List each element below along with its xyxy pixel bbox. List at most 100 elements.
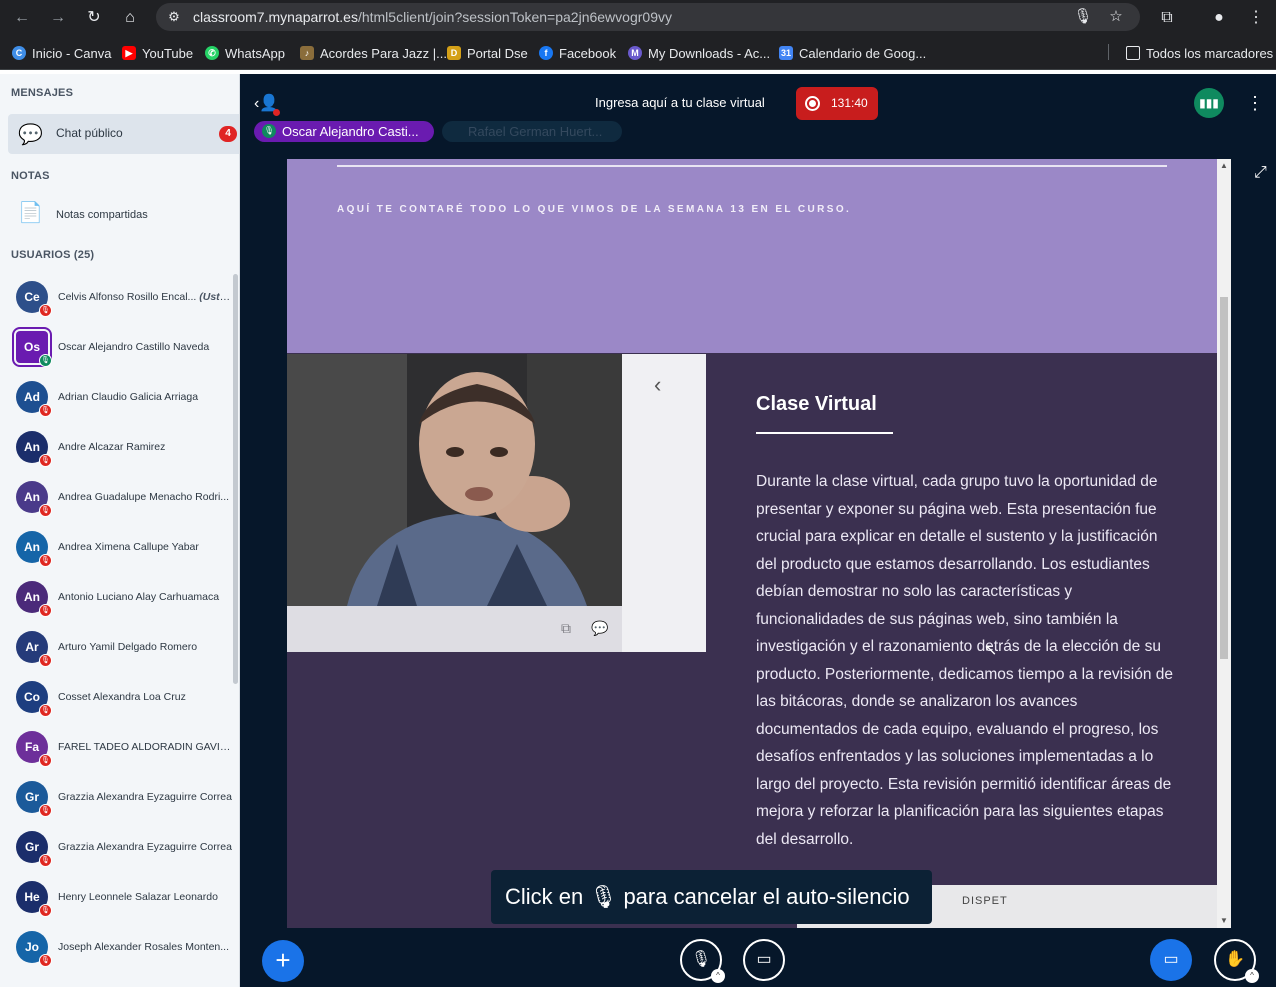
address-bar[interactable]: ⚙ classroom7.mynaparrot.es/html5client/j… xyxy=(156,3,1140,31)
user-list-item[interactable]: An 🎙 Andrea Ximena Callupe Yabar xyxy=(0,523,232,573)
you-suffix: (Usted) xyxy=(199,291,232,303)
my-downloads-icon: M xyxy=(628,46,642,60)
slide-body-text: Durante la clase virtual, cada grupo tuv… xyxy=(756,473,1173,848)
user-name-text: Arturo Yamil Delgado Romero xyxy=(58,641,198,653)
whatsapp-icon: ✆ xyxy=(205,46,219,60)
users-title: USUARIOS (25) xyxy=(11,249,95,261)
user-list-item[interactable]: He 🎙 Henry Leonnele Salazar Leonardo xyxy=(0,873,232,923)
slide-tagline: AQUÍ TE CONTARÉ TODO LO QUE VIMOS DE LA … xyxy=(337,204,852,215)
chevron-left-icon[interactable]: ‹ xyxy=(654,372,661,398)
user-name: Henry Leonnele Salazar Leonardo xyxy=(58,891,232,903)
extensions-icon[interactable]: ⧉ xyxy=(1156,7,1178,29)
webcam-side-panel: ‹ xyxy=(622,354,706,652)
mic-muted-icon: 🎙 xyxy=(39,804,52,817)
user-list-item[interactable]: Jo 🎙 Joseph Alexander Rosales Monten... xyxy=(0,923,232,973)
recording-indicator[interactable]: 131:40 xyxy=(796,87,878,120)
mic-muted-icon: 🎙 xyxy=(39,454,52,467)
bookmarks-separator xyxy=(1108,44,1109,60)
bookmark-my-downloads[interactable]: M My Downloads - Ac... xyxy=(628,45,770,61)
user-list-item[interactable]: Ar 🎙 Arturo Yamil Delgado Romero xyxy=(0,623,232,673)
scroll-up-icon[interactable]: ▲ xyxy=(1220,161,1228,170)
user-name-text: Grazzia Alexandra Eyzaguirre Correa xyxy=(58,791,232,803)
user-list-item[interactable]: Gr 🎙 Grazzia Alexandra Eyzaguirre Correa xyxy=(0,823,232,873)
home-icon[interactable]: ⌂ xyxy=(119,7,141,29)
talker-name-2: Rafael German Huert... xyxy=(468,124,603,139)
user-name: Antonio Luciano Alay Carhuamaca xyxy=(58,591,232,603)
user-name: Joseph Alexander Rosales Monten... xyxy=(58,941,232,953)
mic-muted-icon: 🎙 xyxy=(39,604,52,617)
mouse-cursor-icon: ↖ xyxy=(984,642,998,659)
talking-indicator-2[interactable]: Rafael German Huert... xyxy=(442,121,622,142)
webcam-person-image xyxy=(287,354,622,606)
fullscreen-icon[interactable]: ⤢ xyxy=(1254,164,1267,182)
webcam-container: ⧉ 💬 ‹ xyxy=(287,354,706,652)
sidebar: MENSAJES 💬 Chat público 4 NOTAS 📄 Notas … xyxy=(0,74,240,987)
options-menu-icon[interactable]: ⋮ xyxy=(1246,92,1264,114)
bookmark-portal-dse[interactable]: D Portal Dse xyxy=(447,45,528,61)
copy-icon[interactable]: ⧉ xyxy=(561,620,571,637)
bookmark-acordes[interactable]: ♪ Acordes Para Jazz |... xyxy=(300,45,447,61)
public-chat-item[interactable]: 💬 Chat público xyxy=(8,114,239,154)
user-list-item[interactable]: Fa 🎙 FAREL TADEO ALDORADIN GAVIRIA xyxy=(0,723,232,773)
forward-icon[interactable]: → xyxy=(47,7,69,29)
user-name-text: Cosset Alexandra Loa Cruz xyxy=(58,691,186,703)
bookmark-whatsapp[interactable]: ✆ WhatsApp xyxy=(205,45,285,61)
shared-notes-label: Notas compartidas xyxy=(56,209,148,221)
user-name-text: Andrea Guadalupe Menacho Rodri... xyxy=(58,491,230,503)
audio-options-icon[interactable]: ^ xyxy=(711,969,725,983)
user-name-text: FAREL TADEO ALDORADIN GAVIRIA xyxy=(58,741,232,753)
slide-panel: ⧉ 💬 ‹ Clase Virtual Durante la clase vir… xyxy=(287,354,1217,928)
user-name-text: Celvis Alfonso Rosillo Encal... xyxy=(58,291,197,303)
mic-muted-icon: 🎙 xyxy=(39,754,52,767)
shared-notes-item[interactable]: 📄 Notas compartidas xyxy=(8,196,238,232)
scroll-down-icon[interactable]: ▼ xyxy=(1220,916,1228,925)
user-list-item[interactable]: Co 🎙 Cosset Alexandra Loa Cruz xyxy=(0,673,232,723)
facebook-icon: f xyxy=(539,46,553,60)
user-name-text: Henry Leonnele Salazar Leonardo xyxy=(58,891,218,903)
notes-title: NOTAS xyxy=(11,170,50,182)
user-name-text: Antonio Luciano Alay Carhuamaca xyxy=(58,591,220,603)
calendar-icon: 31 xyxy=(779,46,793,60)
user-list-item[interactable]: An 🎙 Antonio Luciano Alay Carhuamaca xyxy=(0,573,232,623)
connection-status-icon[interactable]: ▮▮▮ xyxy=(1194,88,1224,118)
chat-bubbles-icon[interactable]: 💬 xyxy=(591,620,608,637)
user-list-item[interactable]: Ad 🎙 Adrian Claudio Galicia Arriaga xyxy=(0,373,232,423)
microphone-icon[interactable]: 🎙 xyxy=(1073,7,1093,27)
bookmark-canva[interactable]: C Inicio - Canva xyxy=(12,45,111,61)
sidebar-scrollbar[interactable] xyxy=(233,274,238,684)
notes-icon: 📄 xyxy=(18,202,43,224)
user-list-item[interactable]: Os 🎙 Oscar Alejandro Castillo Naveda xyxy=(0,323,232,373)
all-bookmarks[interactable]: Todos los marcadores xyxy=(1126,45,1273,61)
talking-indicator-1[interactable]: 🎙 Oscar Alejandro Casti... xyxy=(254,121,434,142)
bookmark-youtube[interactable]: ▶ YouTube xyxy=(122,45,193,61)
reload-icon[interactable]: ↻ xyxy=(83,7,105,29)
screen-share-button[interactable]: ▭ xyxy=(1150,939,1192,981)
profile-avatar[interactable]: ● xyxy=(1208,7,1230,29)
user-list-item[interactable]: Gr 🎙 Grazzia Alexandra Eyzaguirre Correa xyxy=(0,773,232,823)
muted-mic-icon: 🎙 xyxy=(589,884,618,909)
toast-text: Click en 🎙 para cancelar el auto-silenci… xyxy=(505,884,910,910)
product-label: DISPET xyxy=(962,895,1008,907)
webcam-video[interactable] xyxy=(287,354,622,606)
user-name: Oscar Alejandro Castillo Naveda xyxy=(58,341,232,353)
user-list-item[interactable]: An 🎙 Andrea Guadalupe Menacho Rodri... xyxy=(0,473,232,523)
user-name-text: Grazzia Alexandra Eyzaguirre Correa xyxy=(58,841,232,853)
browser-menu-icon[interactable]: ⋮ xyxy=(1245,7,1267,29)
bookmark-calendar[interactable]: 31 Calendario de Goog... xyxy=(779,45,926,61)
scrollbar-thumb[interactable] xyxy=(1220,297,1228,659)
user-name: Adrian Claudio Galicia Arriaga xyxy=(58,391,232,403)
actions-plus-button[interactable]: + xyxy=(262,940,304,982)
bookmark-star-icon[interactable]: ☆ xyxy=(1106,7,1126,27)
user-list-item[interactable]: An 🎙 Andre Alcazar Ramirez xyxy=(0,423,232,473)
back-icon[interactable]: ← xyxy=(11,7,33,29)
url-text[interactable]: classroom7.mynaparrot.es/html5client/joi… xyxy=(193,9,672,25)
camera-button[interactable]: ▭ xyxy=(743,939,785,981)
user-list-item[interactable]: Ce 🎙 Celvis Alfonso Rosillo Encal... (Uste… xyxy=(0,273,232,323)
user-name-text: Andre Alcazar Ramirez xyxy=(58,441,166,453)
presentation-scrollbar[interactable]: ▲ ▼ xyxy=(1217,159,1231,928)
mic-muted-icon: 🎙 xyxy=(39,904,52,917)
mic-muted-icon: 🎙 xyxy=(39,504,52,517)
reactions-options-icon[interactable]: ^ xyxy=(1245,969,1259,983)
site-info-icon[interactable]: ⚙ xyxy=(166,9,182,25)
bookmark-facebook[interactable]: f Facebook xyxy=(539,45,616,61)
